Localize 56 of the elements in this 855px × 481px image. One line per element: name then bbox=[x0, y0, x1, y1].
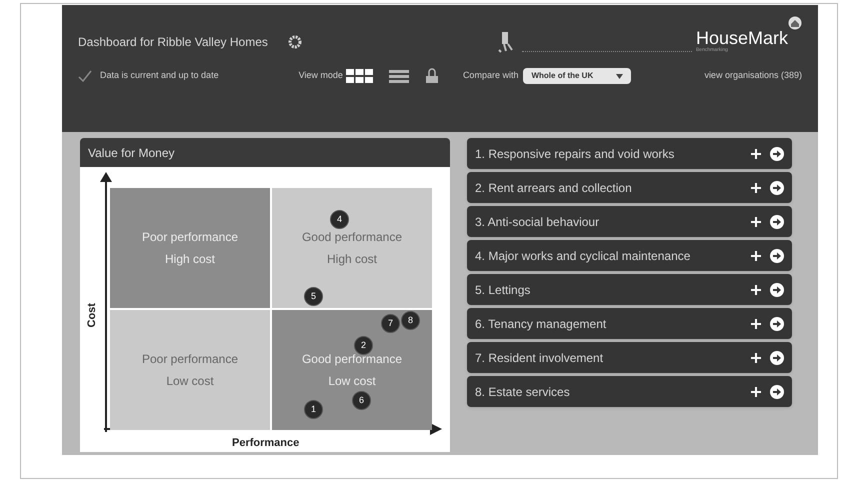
plus-icon[interactable] bbox=[751, 284, 761, 294]
house-icon bbox=[788, 16, 802, 30]
quadrant-label: Poor performance bbox=[142, 229, 238, 246]
caret-icon bbox=[616, 74, 624, 78]
arrow-circle-icon[interactable] bbox=[770, 180, 784, 194]
check-icon bbox=[78, 70, 92, 82]
category-label: 4. Major works and cyclical maintenance bbox=[475, 248, 692, 264]
arrow-circle-icon[interactable] bbox=[770, 214, 784, 228]
compare-dropdown[interactable]: Whole of the UK bbox=[523, 68, 632, 84]
arrow-circle-icon[interactable] bbox=[770, 350, 784, 364]
quadrant-label: Low cost bbox=[166, 373, 214, 390]
category-row[interactable]: 1. Responsive repairs and void works bbox=[467, 138, 792, 169]
category-label: 1. Responsive repairs and void works bbox=[475, 146, 676, 162]
plus-icon[interactable] bbox=[751, 318, 761, 328]
category-row[interactable]: 2. Rent arrears and collection bbox=[467, 172, 792, 203]
plus-icon[interactable] bbox=[751, 250, 761, 260]
panel-header: Value for Money bbox=[80, 138, 450, 167]
category-label: 7. Resident involvement bbox=[475, 350, 604, 366]
quadrant-label: High cost bbox=[326, 251, 378, 268]
category-row[interactable]: 6. Tenancy management bbox=[467, 308, 792, 339]
arrow-circle-icon[interactable] bbox=[770, 384, 784, 398]
arrow-circle-icon[interactable] bbox=[770, 282, 784, 296]
arrow-circle-icon[interactable] bbox=[770, 146, 784, 160]
settings-icon[interactable] bbox=[288, 35, 302, 49]
category-label: 3. Anti-social behaviour bbox=[475, 214, 600, 230]
category-row[interactable]: 5. Lettings bbox=[467, 274, 792, 305]
category-row[interactable]: 8. Estate services bbox=[467, 376, 792, 407]
category-label: 5. Lettings bbox=[475, 282, 532, 298]
arrow-circle-icon[interactable] bbox=[770, 316, 784, 330]
dashboard-title: Dashboard for Ribble Valley Homes bbox=[78, 34, 268, 51]
quadrant-label: Low cost bbox=[328, 373, 376, 390]
x-axis-label: Performance bbox=[232, 436, 300, 451]
category-label: 2. Rent arrears and collection bbox=[475, 180, 633, 196]
view-mode-label: View mode bbox=[298, 69, 343, 82]
quadrant-label: Poor performance bbox=[142, 351, 238, 368]
lock-icon[interactable] bbox=[424, 68, 439, 84]
y-axis-label: Cost bbox=[84, 303, 99, 328]
grid-view-icon[interactable] bbox=[346, 69, 373, 83]
compare-label: Compare with bbox=[462, 69, 518, 82]
category-label: 8. Estate services bbox=[475, 384, 571, 400]
category-row[interactable]: 7. Resident involvement bbox=[467, 342, 792, 373]
plus-icon[interactable] bbox=[751, 182, 761, 192]
arrow-circle-icon[interactable] bbox=[770, 248, 784, 262]
plus-icon[interactable] bbox=[751, 148, 761, 158]
plus-icon[interactable] bbox=[751, 386, 761, 396]
view-organisations-link[interactable]: view organisations (389) bbox=[704, 69, 802, 83]
category-label: 6. Tenancy management bbox=[475, 316, 608, 332]
list-view-icon[interactable] bbox=[388, 70, 409, 82]
quadrant-label: Good performance bbox=[302, 229, 402, 246]
data-status: Data is current and up to date bbox=[100, 69, 219, 82]
quadrant-label: High cost bbox=[164, 251, 216, 268]
plus-icon[interactable] bbox=[751, 352, 761, 362]
brand-logo-text: HouseMark bbox=[696, 29, 788, 48]
plus-icon[interactable] bbox=[751, 216, 761, 226]
category-row[interactable]: 3. Anti-social behaviour bbox=[467, 206, 792, 237]
category-row[interactable]: 4. Major works and cyclical maintenance bbox=[467, 240, 792, 271]
